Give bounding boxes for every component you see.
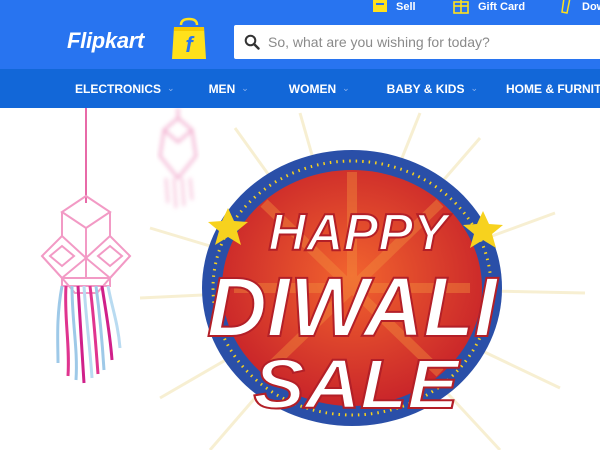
gift-card-label: Gift Card: [478, 1, 526, 13]
flipkart-logo-text[interactable]: Flipkart: [67, 28, 144, 54]
phone-icon: [561, 0, 571, 14]
chevron-down-icon: ⌄: [241, 83, 249, 93]
search-icon: [244, 34, 260, 50]
gift-card-link[interactable]: Gift Card: [452, 0, 544, 14]
download-app-link[interactable]: Down: [560, 0, 600, 14]
sell-icon: [373, 0, 387, 12]
lantern-small-icon: [158, 108, 198, 209]
chevron-down-icon: ⌄: [470, 83, 478, 93]
nav-electronics-label: ELECTRONICS: [75, 81, 162, 96]
headline-sale: SALE: [254, 345, 462, 423]
chevron-down-icon: ⌄: [167, 83, 175, 93]
sell-link[interactable]: Sell: [372, 0, 436, 14]
nav-electronics[interactable]: ELECTRONICS ⌄: [75, 82, 175, 96]
search-bar[interactable]: [234, 25, 600, 59]
gift-icon: [453, 0, 469, 14]
nav-men[interactable]: MEN ⌄: [209, 82, 249, 96]
nav-women[interactable]: WOMEN ⌄: [289, 82, 350, 96]
banner-artwork: HAPPY DIWALI SALE: [40, 108, 586, 450]
search-input[interactable]: [268, 34, 568, 50]
header: Sell Gift Card Down Flipkart f: [0, 0, 600, 69]
headline-happy: HAPPY: [268, 204, 451, 262]
sell-label: Sell: [396, 1, 416, 13]
nav-home-furniture-label: HOME & FURNITU: [506, 81, 600, 96]
diwali-sale-banner[interactable]: HAPPY DIWALI SALE: [0, 108, 600, 450]
chevron-down-icon: ⌄: [342, 83, 350, 93]
nav-baby-kids-label: BABY & KIDS: [386, 81, 465, 96]
flipkart-bag-icon[interactable]: f: [170, 17, 208, 61]
nav-men-label: MEN: [208, 81, 236, 96]
category-nav: ELECTRONICS ⌄ MEN ⌄ WOMEN ⌄ BABY & KIDS …: [0, 69, 600, 108]
nav-women-label: WOMEN: [288, 81, 337, 96]
nav-baby-kids[interactable]: BABY & KIDS ⌄: [387, 82, 478, 96]
lantern-tassels: [56, 285, 122, 384]
headline-diwali: DIWALI: [207, 260, 499, 354]
lantern-left-icon: [40, 108, 132, 294]
download-app-label: Down: [582, 1, 600, 13]
nav-home-furniture[interactable]: HOME & FURNITU: [506, 82, 600, 96]
top-links: Sell Gift Card Down: [372, 0, 600, 14]
